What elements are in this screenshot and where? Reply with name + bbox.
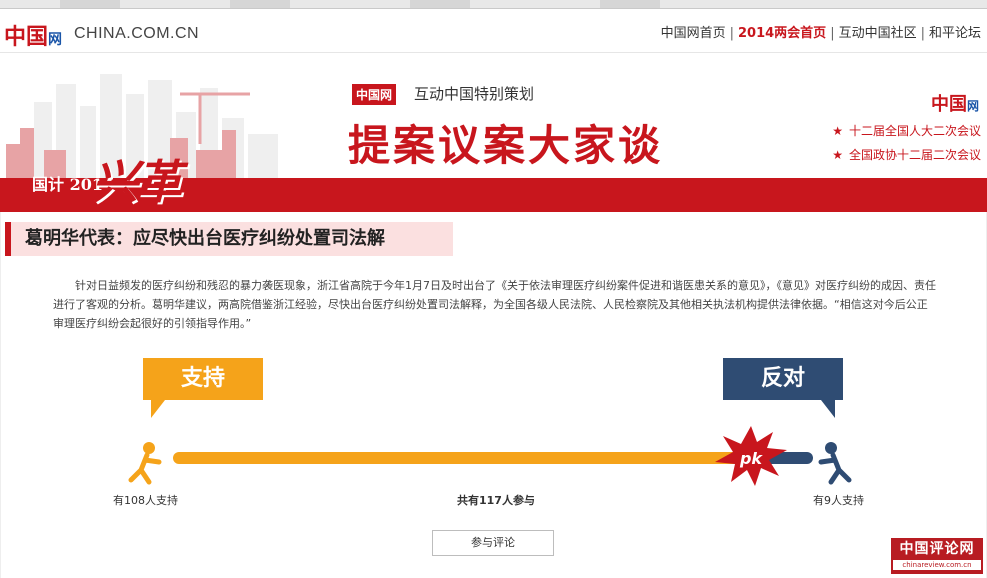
nav-separator: | xyxy=(830,26,835,41)
logo-suffix: 网 xyxy=(966,99,979,113)
browser-tab-fragment[interactable] xyxy=(600,0,660,8)
pk-burst-icon: pk xyxy=(715,426,787,486)
nav-separator: | xyxy=(729,26,734,41)
pk-label: pk xyxy=(739,449,763,468)
review-badge-url: chinareview.com.cn xyxy=(893,560,981,570)
session-label: 全国政协十二届二次会议 xyxy=(848,148,981,162)
nav-link-china-net-home[interactable]: 中国网首页 xyxy=(661,26,726,41)
china-net-logo-small: 中国网 xyxy=(931,90,979,116)
logo-text: 中国 xyxy=(4,24,49,50)
star-icon: ★ xyxy=(832,148,843,162)
site-domain[interactable]: CHINA.COM.CN xyxy=(74,25,199,43)
speech-pointer xyxy=(821,400,835,418)
banner-subtitle: 互动中国特别策划 xyxy=(414,85,535,103)
top-navigation: 中国网首页 | 2014两会首页 | 互动中国社区 | 和平论坛 xyxy=(661,22,981,41)
article-title: 葛明华代表：应尽快出台医疗纠纷处置司法解 xyxy=(5,222,453,256)
review-badge-name: 中国评论网 xyxy=(899,541,975,557)
session-list: ★ 十二届全国人大二次会议 ★ 全国政协十二届二次会议 xyxy=(832,122,981,170)
oppose-vote-button[interactable]: 反对 xyxy=(723,358,843,418)
nav-link-community[interactable]: 互动中国社区 xyxy=(839,26,917,41)
star-icon: ★ xyxy=(832,124,843,138)
browser-tab-fragment[interactable] xyxy=(230,0,290,8)
logo-text: 中国 xyxy=(930,94,967,115)
browser-tab-fragment[interactable] xyxy=(60,0,120,8)
oppose-count: 有9人支持 xyxy=(813,494,864,507)
oppose-label: 反对 xyxy=(760,366,805,391)
nav-link-peace-forum[interactable]: 和平论坛 xyxy=(929,26,981,41)
support-count: 有108人支持 xyxy=(113,494,178,507)
reform-slogan: 兴革 xyxy=(92,155,182,209)
session-item[interactable]: ★ 十二届全国人大二次会议 xyxy=(832,122,981,139)
comment-button[interactable]: 参与评论 xyxy=(432,530,554,556)
pushing-figure-icon xyxy=(818,442,852,485)
china-review-badge[interactable]: 中国评论网 chinareview.com.cn xyxy=(891,538,983,574)
banner-title: 提案议案大家谈 xyxy=(348,121,664,170)
support-progress-bar xyxy=(173,452,761,464)
speech-pointer xyxy=(151,400,165,418)
pushing-figure-icon xyxy=(128,442,162,485)
article-body: 针对日益频发的医疗纠纷和残忍的暴力袭医现象，浙江省高院于今年1月7日及时出台了《… xyxy=(53,279,936,330)
browser-tab-fragment[interactable] xyxy=(410,0,470,8)
total-participants: 共有117人参与 xyxy=(457,494,535,507)
support-vote-button[interactable]: 支持 xyxy=(143,358,263,418)
session-label: 十二届全国人大二次会议 xyxy=(848,124,981,138)
china-net-logo[interactable]: 中国网 xyxy=(4,19,62,51)
campaign-banner: 国计 2014 兴革 中国网 互动中国特别策划 提案议案大家谈 中国网 ★ 十二届… xyxy=(0,54,987,212)
nav-separator: | xyxy=(920,26,925,41)
proposal-content: 葛明华代表：应尽快出台医疗纠纷处置司法解 针对日益频发的医疗纠纷和残忍的暴力袭医… xyxy=(0,212,987,578)
nav-link-two-sessions-home[interactable]: 2014两会首页 xyxy=(738,26,826,41)
china-net-badge: 中国网 xyxy=(352,84,397,105)
support-label: 支持 xyxy=(180,366,225,391)
session-item[interactable]: ★ 全国政协十二届二次会议 xyxy=(832,146,981,163)
browser-chrome-strip xyxy=(0,0,987,9)
logo-suffix: 网 xyxy=(48,32,63,48)
site-header: 中国网 CHINA.COM.CN 中国网首页 | 2014两会首页 | 互动中国社区 | 和… xyxy=(0,9,987,53)
